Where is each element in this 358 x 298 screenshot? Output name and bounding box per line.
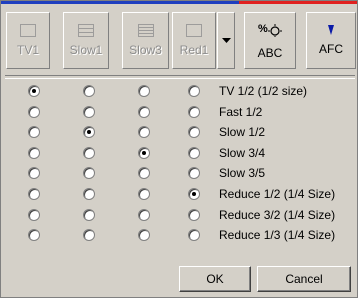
triangle-down-icon bbox=[221, 37, 231, 43]
radio-red1-row-3[interactable] bbox=[188, 146, 200, 159]
radio-tv1-row-1[interactable] bbox=[28, 105, 40, 118]
radio-slow1-row-3[interactable] bbox=[83, 146, 95, 159]
mode-label: Reduce 3/2 (1/4 Size) bbox=[219, 207, 336, 222]
radio-slow1-row-5[interactable] bbox=[83, 187, 95, 200]
layout-dropdown-button[interactable] bbox=[217, 12, 235, 69]
mode-row: Slow 3/5 bbox=[1, 163, 357, 184]
abc-settings-icon: % bbox=[258, 23, 282, 37]
radio-red1-row-6[interactable] bbox=[188, 208, 200, 221]
radio-slow1-row-1[interactable] bbox=[83, 105, 95, 118]
mode-row: Slow 1/2 bbox=[1, 122, 357, 143]
radio-slow3-row-4[interactable] bbox=[138, 167, 150, 180]
mode-row: Reduce 3/2 (1/4 Size) bbox=[1, 205, 357, 226]
radio-red1-row-4[interactable] bbox=[188, 167, 200, 180]
radio-red1-row-0[interactable] bbox=[188, 85, 200, 97]
cancel-button[interactable]: Cancel bbox=[257, 266, 351, 292]
radio-slow3-row-3[interactable] bbox=[138, 146, 150, 159]
afc-button[interactable]: AFC bbox=[306, 12, 356, 69]
mode-row: Fast 1/2 bbox=[1, 102, 357, 123]
radio-red1-row-2[interactable] bbox=[188, 126, 200, 139]
radio-slow1-row-0[interactable] bbox=[83, 85, 95, 97]
radio-slow3-row-5[interactable] bbox=[138, 187, 150, 200]
tv1-button[interactable]: TV1 bbox=[6, 12, 50, 69]
red1-button-label: Red1 bbox=[179, 43, 209, 57]
slow1-button-label: Slow1 bbox=[69, 43, 103, 57]
mode-row: TV 1/2 (1/2 size) bbox=[1, 81, 357, 102]
radio-tv1-row-0[interactable] bbox=[28, 85, 40, 97]
slow3-button[interactable]: Slow3 bbox=[122, 12, 169, 69]
mode-label: Slow 3/5 bbox=[219, 166, 266, 181]
radio-tv1-row-2[interactable] bbox=[28, 126, 40, 139]
mode-row: Reduce 1/3 (1/4 Size) bbox=[1, 225, 357, 246]
slow1-button[interactable]: Slow1 bbox=[63, 12, 109, 69]
radio-red1-row-1[interactable] bbox=[188, 105, 200, 118]
top-stripe-blue bbox=[1, 1, 239, 4]
mode-label: Reduce 1/3 (1/4 Size) bbox=[219, 228, 336, 243]
mode-row: Slow 3/4 bbox=[1, 143, 357, 164]
toolbar-divider bbox=[5, 75, 355, 79]
abc-button-label: ABC bbox=[257, 46, 283, 60]
radio-slow3-row-2[interactable] bbox=[138, 126, 150, 139]
radio-slow1-row-7[interactable] bbox=[83, 229, 95, 242]
radio-tv1-row-5[interactable] bbox=[28, 187, 40, 200]
radio-slow1-row-6[interactable] bbox=[83, 208, 95, 221]
top-stripe-red bbox=[239, 1, 357, 4]
triangle-down-icon bbox=[328, 25, 334, 35]
toolbar: TV1 Slow1 Slow3 Red1 % ABC AFC bbox=[6, 12, 356, 71]
radio-tv1-row-6[interactable] bbox=[28, 208, 40, 221]
radio-slow3-row-0[interactable] bbox=[138, 85, 150, 97]
radio-slow3-row-1[interactable] bbox=[138, 105, 150, 118]
afc-button-label: AFC bbox=[319, 42, 343, 56]
split-pane-icon bbox=[78, 24, 94, 37]
radio-red1-row-5[interactable] bbox=[188, 187, 200, 200]
cancel-button-label: Cancel bbox=[285, 272, 323, 286]
mode-label: TV 1/2 (1/2 size) bbox=[219, 84, 308, 98]
radio-tv1-row-3[interactable] bbox=[28, 146, 40, 159]
radio-tv1-row-7[interactable] bbox=[28, 229, 40, 242]
mode-label: Reduce 1/2 (1/4 Size) bbox=[219, 186, 336, 201]
radio-slow1-row-2[interactable] bbox=[83, 126, 95, 139]
multi-split-pane-icon bbox=[137, 24, 154, 37]
red1-button[interactable]: Red1 bbox=[172, 12, 216, 69]
radio-tv1-row-4[interactable] bbox=[28, 167, 40, 180]
radio-slow1-row-4[interactable] bbox=[83, 167, 95, 180]
single-pane-icon bbox=[186, 24, 202, 37]
radio-slow3-row-7[interactable] bbox=[138, 229, 150, 242]
single-pane-icon bbox=[20, 24, 36, 37]
mode-label: Slow 1/2 bbox=[219, 125, 266, 140]
ok-button-label: OK bbox=[206, 272, 224, 286]
svg-text:%: % bbox=[258, 23, 268, 35]
abc-button[interactable]: % ABC bbox=[244, 12, 296, 69]
mode-label: Fast 1/2 bbox=[219, 104, 263, 119]
mode-label: Slow 3/4 bbox=[219, 145, 266, 160]
tv1-button-label: TV1 bbox=[16, 43, 39, 57]
mode-grid: TV 1/2 (1/2 size) Fast 1/2 Slow 1/2 Slow 3/… bbox=[1, 81, 357, 246]
radio-slow3-row-6[interactable] bbox=[138, 208, 150, 221]
mode-row: Reduce 1/2 (1/4 Size) bbox=[1, 184, 357, 205]
ok-button[interactable]: OK bbox=[179, 266, 251, 292]
radio-red1-row-7[interactable] bbox=[188, 229, 200, 242]
mode-dialog: TV1 Slow1 Slow3 Red1 % ABC AFC TV 1/2 (1… bbox=[0, 0, 358, 298]
slow3-button-label: Slow3 bbox=[129, 43, 162, 57]
